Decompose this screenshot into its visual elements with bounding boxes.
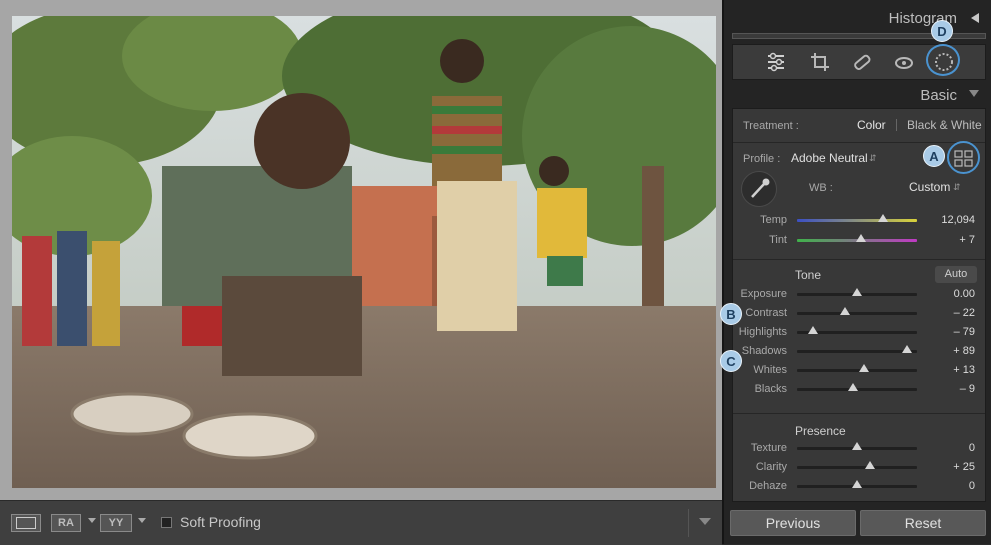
panel-divider	[733, 413, 985, 414]
slider-value[interactable]: + 89	[925, 345, 975, 357]
wb-dropdown[interactable]: Custom	[909, 180, 950, 194]
healing-bandage-icon[interactable]	[851, 51, 873, 73]
slider-label: Exposure	[740, 288, 787, 300]
slider-label: Clarity	[755, 461, 787, 473]
profile-label: Profile :	[743, 153, 781, 165]
basic-panel: Treatment : Color Black & White Profile …	[720, 108, 986, 502]
slider-value[interactable]: + 25	[925, 461, 975, 473]
filmstrip-toolbar: RA YY Soft Proofing	[0, 500, 722, 545]
soft-proofing-label: Soft Proofing	[180, 514, 261, 530]
clarity-slider-thumb[interactable]	[865, 461, 876, 469]
profile-browser-highlight-ring	[947, 141, 980, 174]
photo-workspace: RA YY Soft Proofing	[0, 0, 722, 545]
dehaze-slider-thumb[interactable]	[852, 480, 862, 488]
slider-row-shadows: Shadows + 89	[733, 343, 985, 362]
basic-collapse-icon[interactable]	[969, 90, 979, 97]
slider-label: Dehaze	[749, 480, 787, 492]
crop-icon[interactable]	[809, 51, 831, 73]
profile-dropdown-chevron-icon[interactable]: ⇵	[869, 153, 877, 164]
slider-value[interactable]: – 9	[925, 383, 975, 395]
histogram-collapse-icon[interactable]	[971, 13, 979, 23]
sliders-icon[interactable]	[765, 51, 787, 73]
wb-dropdown-chevron-icon[interactable]: ⇵	[953, 182, 961, 193]
loupe-view-button[interactable]	[11, 514, 41, 532]
panel-divider	[733, 142, 985, 143]
highlights-slider-thumb[interactable]	[807, 326, 818, 334]
slider-value[interactable]: 0.00	[925, 288, 975, 300]
clarity-slider[interactable]	[797, 466, 917, 469]
treatment-color-option[interactable]: Color	[857, 118, 886, 132]
contrast-slider-thumb[interactable]	[840, 307, 850, 315]
masking-highlight-ring	[926, 44, 960, 76]
slider-label: Blacks	[754, 383, 787, 395]
slider-value[interactable]: – 79	[925, 326, 975, 338]
slider-label: Temp	[760, 214, 787, 226]
shadows-slider[interactable]	[797, 350, 917, 353]
slider-row-texture: Texture 0	[733, 440, 985, 459]
callout-a: A	[923, 145, 945, 167]
slider-row-highlights: Highlights – 79	[733, 324, 985, 343]
profile-dropdown[interactable]: Adobe Neutral	[791, 151, 868, 165]
slider-label: Shadows	[741, 345, 787, 357]
slider-value[interactable]: + 7	[925, 234, 975, 246]
blacks-slider-thumb[interactable]	[848, 383, 859, 391]
slider-value[interactable]: 0	[925, 442, 975, 454]
slider-row-contrast: Contrast – 22	[733, 305, 985, 324]
eyedropper-icon	[751, 178, 770, 198]
before-after-top-bottom-button[interactable]: YY	[100, 514, 132, 532]
develop-right-panel: Histogram D Basic Treatment : Color Blac…	[720, 0, 991, 544]
toolbar-content-chevron-down-icon[interactable]	[699, 518, 711, 525]
contrast-slider[interactable]	[797, 312, 917, 315]
soft-proofing-checkbox[interactable]	[161, 517, 172, 528]
slider-row-tint: Tint + 7	[733, 232, 985, 251]
basic-header[interactable]: Basic	[920, 87, 957, 104]
treatment-bw-option[interactable]: Black & White	[907, 118, 982, 132]
temp-slider-thumb[interactable]	[878, 214, 889, 222]
loupe-icon	[16, 517, 36, 529]
slider-row-temp: Temp 12,094	[733, 212, 985, 231]
red-eye-icon[interactable]	[893, 51, 915, 73]
slider-row-blacks: Blacks – 9	[733, 381, 985, 400]
slider-label: Tint	[769, 234, 787, 246]
exposure-slider-thumb[interactable]	[852, 288, 862, 296]
tone-auto-button[interactable]: Auto	[935, 266, 977, 283]
white-balance-eyedropper[interactable]	[741, 171, 777, 207]
treatment-label: Treatment :	[743, 120, 799, 132]
before-after-left-right-button[interactable]: RA	[51, 514, 81, 532]
callout-d: D	[931, 20, 953, 42]
tint-slider-thumb[interactable]	[855, 234, 866, 242]
callout-b: B	[720, 303, 742, 325]
slider-value[interactable]: 12,094	[925, 214, 975, 226]
previous-button[interactable]: Previous	[730, 510, 856, 536]
slider-row-clarity: Clarity + 25	[733, 459, 985, 478]
slider-label: Whites	[753, 364, 787, 376]
slider-row-exposure: Exposure 0.00	[733, 286, 985, 305]
slider-row-dehaze: Dehaze 0	[733, 478, 985, 497]
slider-row-whites: Whites + 13	[733, 362, 985, 381]
texture-slider-thumb[interactable]	[852, 442, 862, 450]
reset-button[interactable]: Reset	[860, 510, 986, 536]
slider-label: Texture	[750, 442, 787, 454]
slider-value[interactable]: + 13	[925, 364, 975, 376]
before-after-split-dropdown-icon[interactable]	[138, 518, 146, 523]
whites-slider[interactable]	[797, 369, 917, 372]
slider-value[interactable]: 0	[925, 480, 975, 492]
callout-c: C	[720, 350, 742, 372]
shadows-slider-thumb[interactable]	[902, 345, 913, 353]
photo-preview[interactable]	[12, 16, 716, 488]
photo-frame	[0, 0, 722, 500]
panel-divider	[733, 259, 985, 260]
tone-heading: Tone	[795, 268, 822, 282]
temp-slider[interactable]	[797, 219, 917, 222]
photo-image	[12, 16, 716, 488]
treatment-divider	[896, 119, 897, 131]
before-after-dropdown-icon[interactable]	[88, 518, 96, 523]
slider-value[interactable]: – 22	[925, 307, 975, 319]
wb-label: WB :	[809, 182, 833, 194]
toolbar-divider	[688, 509, 689, 537]
whites-slider-thumb[interactable]	[859, 364, 870, 372]
slider-label: Highlights	[738, 326, 787, 338]
presence-heading: Presence	[795, 424, 846, 438]
